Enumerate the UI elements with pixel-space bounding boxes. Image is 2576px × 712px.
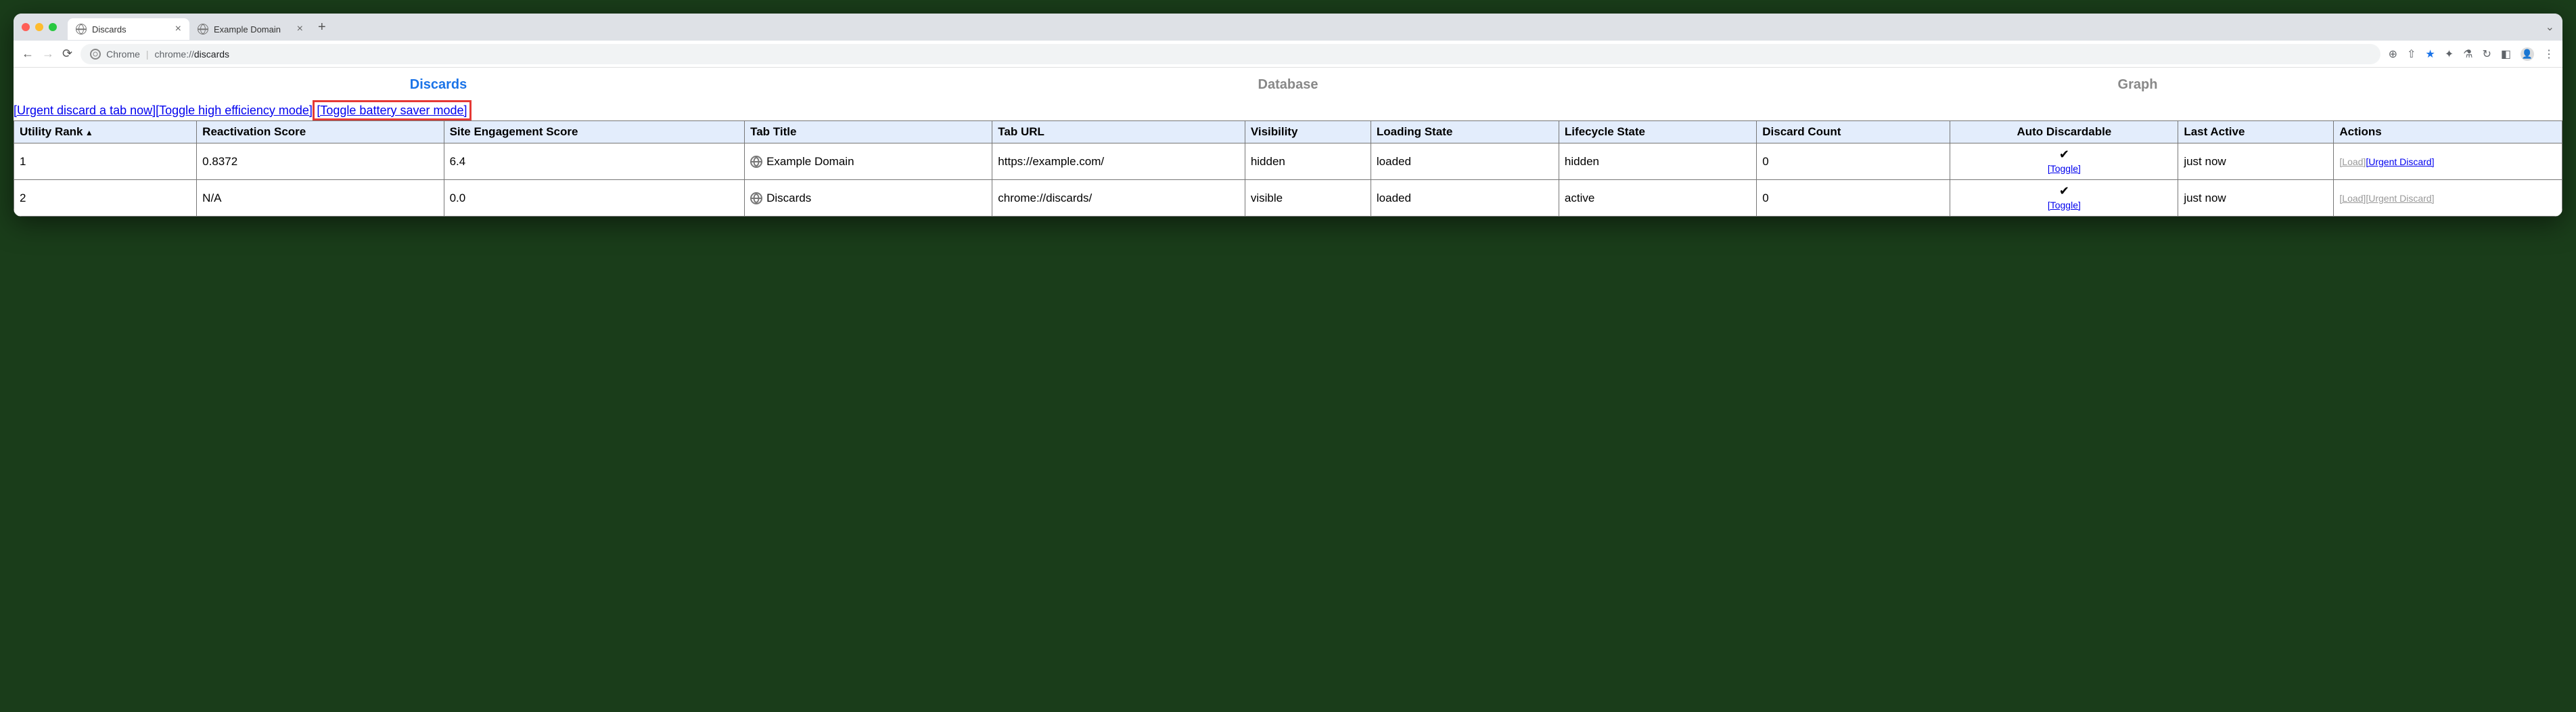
cell-title: Example Domain: [745, 143, 992, 180]
refresh-icon[interactable]: ↻: [2482, 47, 2491, 61]
minimize-window-button[interactable]: [35, 23, 43, 31]
globe-icon: [750, 156, 762, 168]
reload-button[interactable]: ⟳: [62, 47, 72, 61]
cell-last-active: just now: [2178, 180, 2334, 217]
cell-visibility: hidden: [1245, 143, 1371, 180]
tabstrip: Discards × Example Domain × +: [68, 14, 326, 40]
new-tab-button[interactable]: +: [318, 20, 326, 35]
cell-loading: loaded: [1371, 143, 1559, 180]
separator: |: [146, 49, 149, 60]
cell-actions: [Load][Urgent Discard]: [2334, 180, 2562, 217]
table-row: 2N/A0.0Discardschrome://discards/visible…: [14, 180, 2562, 217]
col-visibility[interactable]: Visibility: [1245, 121, 1371, 143]
zoom-icon[interactable]: ⊕: [2389, 47, 2397, 61]
col-site-engagement[interactable]: Site Engagement Score: [444, 121, 745, 143]
browser-tab-discards[interactable]: Discards ×: [68, 18, 189, 40]
tab-graph[interactable]: Graph: [1713, 68, 2562, 102]
col-lifecycle-state[interactable]: Lifecycle State: [1559, 121, 1756, 143]
urgent-discard-link: [Urgent Discard]: [2366, 193, 2434, 204]
cell-engagement: 6.4: [444, 143, 745, 180]
address-prefix: Chrome: [106, 49, 140, 60]
chevron-down-icon[interactable]: ⌄: [2546, 20, 2554, 34]
browser-window: Discards × Example Domain × + ⌄ ← → ⟳ Ch…: [14, 14, 2562, 217]
toggle-high-efficiency-link[interactable]: [Toggle high efficiency mode]: [156, 104, 313, 117]
table-header-row: Utility Rank Reactivation Score Site Eng…: [14, 121, 2562, 143]
globe-icon: [750, 192, 762, 204]
cell-title: Discards: [745, 180, 992, 217]
toggle-auto-discard-link[interactable]: [Toggle]: [2048, 200, 2081, 210]
browser-tab-example[interactable]: Example Domain ×: [189, 18, 311, 40]
cell-url: chrome://discards/: [992, 180, 1245, 217]
forward-button: →: [42, 47, 54, 61]
cell-lifecycle: hidden: [1559, 143, 1756, 180]
toggle-auto-discard-link[interactable]: [Toggle]: [2048, 163, 2081, 174]
profile-avatar[interactable]: 👤: [2521, 47, 2534, 61]
cell-rank: 1: [14, 143, 197, 180]
sidepanel-icon[interactable]: ◧: [2501, 47, 2511, 61]
close-tab-icon[interactable]: ×: [175, 23, 181, 35]
tab-title: Example Domain: [214, 24, 292, 35]
maximize-window-button[interactable]: [49, 23, 57, 31]
url-scheme: chrome://: [155, 49, 194, 60]
check-icon: ✔: [1956, 148, 2172, 162]
chrome-icon: [90, 49, 101, 60]
close-window-button[interactable]: [22, 23, 30, 31]
section-tabs: Discards Database Graph: [14, 68, 2562, 102]
cell-discard-count: 0: [1757, 180, 1950, 217]
close-tab-icon[interactable]: ×: [297, 23, 303, 35]
cell-visibility: visible: [1245, 180, 1371, 217]
tab-database[interactable]: Database: [863, 68, 1713, 102]
col-tab-title[interactable]: Tab Title: [745, 121, 992, 143]
tab-discards[interactable]: Discards: [14, 68, 863, 102]
bookmark-icon[interactable]: ★: [2425, 47, 2435, 61]
discards-table: Utility Rank Reactivation Score Site Eng…: [14, 120, 2562, 217]
cell-rank: 2: [14, 180, 197, 217]
cell-discard-count: 0: [1757, 143, 1950, 180]
col-discard-count[interactable]: Discard Count: [1757, 121, 1950, 143]
check-icon: ✔: [1956, 184, 2172, 198]
cell-loading: loaded: [1371, 180, 1559, 217]
cell-engagement: 0.0: [444, 180, 745, 217]
cell-url: https://example.com/: [992, 143, 1245, 180]
titlebar: Discards × Example Domain × + ⌄: [14, 14, 2562, 41]
cell-reactivation: N/A: [197, 180, 444, 217]
cell-lifecycle: active: [1559, 180, 1756, 217]
cell-auto-discardable: ✔[Toggle]: [1950, 143, 2178, 180]
page-content: Discards Database Graph [Urgent discard …: [14, 68, 2562, 217]
col-loading-state[interactable]: Loading State: [1371, 121, 1559, 143]
col-utility-rank[interactable]: Utility Rank: [14, 121, 197, 143]
load-link: [Load]: [2339, 193, 2366, 204]
cell-reactivation: 0.8372: [197, 143, 444, 180]
globe-icon: [198, 24, 208, 35]
action-links: [Urgent discard a tab now][Toggle high e…: [14, 102, 2562, 120]
table-row: 10.83726.4Example Domainhttps://example.…: [14, 143, 2562, 180]
load-link: [Load]: [2339, 156, 2366, 167]
cell-actions: [Load][Urgent Discard]: [2334, 143, 2562, 180]
traffic-lights: [22, 23, 57, 31]
address-bar[interactable]: Chrome | chrome://discards: [80, 44, 2380, 64]
extensions-icon[interactable]: ✦: [2445, 47, 2454, 61]
col-reactivation-score[interactable]: Reactivation Score: [197, 121, 444, 143]
cell-last-active: just now: [2178, 143, 2334, 180]
cell-auto-discardable: ✔ [Toggle]: [1950, 180, 2178, 217]
toolbar-actions: ⊕ ⇧ ★ ✦ ⚗ ↻ ◧ 👤 ⋮: [2389, 47, 2554, 61]
toolbar: ← → ⟳ Chrome | chrome://discards ⊕ ⇧ ★ ✦…: [14, 41, 2562, 68]
urgent-discard-link[interactable]: [Urgent Discard]: [2366, 156, 2434, 167]
url-path: discards: [194, 49, 229, 60]
tab-title: Discards: [92, 24, 170, 35]
share-icon[interactable]: ⇧: [2407, 47, 2416, 61]
menu-icon[interactable]: ⋮: [2544, 47, 2554, 61]
back-button[interactable]: ←: [22, 47, 34, 61]
col-tab-url[interactable]: Tab URL: [992, 121, 1245, 143]
col-actions[interactable]: Actions: [2334, 121, 2562, 143]
col-auto-discardable[interactable]: Auto Discardable: [1950, 121, 2178, 143]
globe-icon: [76, 24, 87, 35]
labs-icon[interactable]: ⚗: [2463, 47, 2472, 61]
toggle-battery-saver-link[interactable]: [Toggle battery saver mode]: [315, 103, 468, 118]
col-last-active[interactable]: Last Active: [2178, 121, 2334, 143]
urgent-discard-link[interactable]: [Urgent discard a tab now]: [14, 104, 156, 117]
